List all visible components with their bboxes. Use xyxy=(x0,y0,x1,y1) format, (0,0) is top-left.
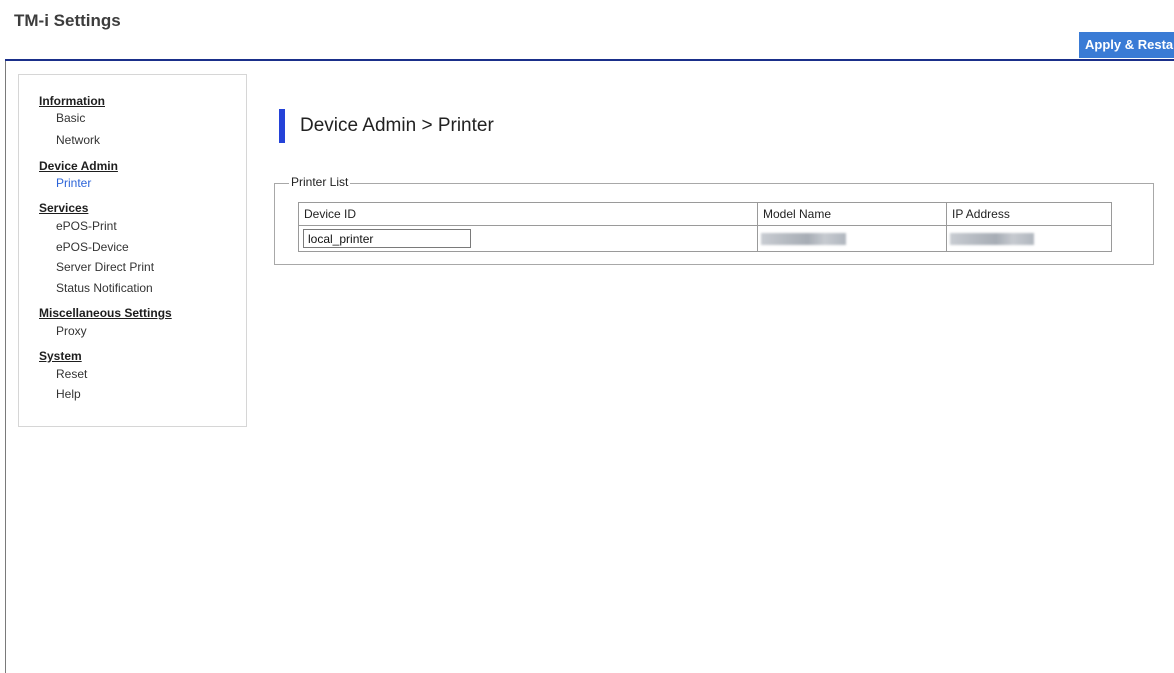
redacted-model-name xyxy=(761,232,846,245)
apply-restart-button[interactable]: Apply & Restart xyxy=(1079,32,1174,58)
app-title: TM-i Settings xyxy=(14,11,121,30)
sidebar-item-proxy[interactable]: Proxy xyxy=(56,324,87,338)
header-divider xyxy=(5,59,1174,61)
sidebar-item-printer[interactable]: Printer xyxy=(56,176,91,190)
sidebar-item-epos-device[interactable]: ePOS-Device xyxy=(56,240,129,254)
sidebar-section-miscellaneous-settings[interactable]: Miscellaneous Settings xyxy=(39,306,172,320)
column-header-device-id: Device ID xyxy=(298,202,758,226)
sidebar-item-epos-print[interactable]: ePOS-Print xyxy=(56,219,117,233)
model-name-cell xyxy=(757,225,947,252)
device-id-input[interactable] xyxy=(303,229,471,248)
sidebar-menu: Information Basic Network Device Admin P… xyxy=(18,74,247,427)
sidebar-item-status-notification[interactable]: Status Notification xyxy=(56,281,153,295)
sidebar-section-device-admin[interactable]: Device Admin xyxy=(39,159,118,173)
sidebar-section-services[interactable]: Services xyxy=(39,201,88,215)
settings-page: TM-i Settings Apply & Restart Informatio… xyxy=(0,0,1174,673)
column-header-ip-address: IP Address xyxy=(946,202,1112,226)
left-border-line xyxy=(5,60,6,673)
column-header-model-name: Model Name xyxy=(757,202,947,226)
table-header-row: Device ID Model Name IP Address xyxy=(298,202,1112,226)
sidebar-section-information[interactable]: Information xyxy=(39,94,105,108)
page-title: Device Admin > Printer xyxy=(300,115,494,136)
title-accent-bar xyxy=(279,109,285,143)
sidebar-section-system[interactable]: System xyxy=(39,349,82,363)
device-id-cell xyxy=(298,225,758,252)
sidebar-item-basic[interactable]: Basic xyxy=(56,111,85,125)
printer-table: Device ID Model Name IP Address xyxy=(298,202,1112,252)
printer-list-legend: Printer List xyxy=(289,175,351,189)
sidebar-item-server-direct-print[interactable]: Server Direct Print xyxy=(56,260,154,274)
sidebar-item-reset[interactable]: Reset xyxy=(56,367,87,381)
sidebar-item-network[interactable]: Network xyxy=(56,133,100,147)
ip-address-cell xyxy=(946,225,1112,252)
redacted-ip-address xyxy=(950,232,1034,245)
table-row xyxy=(298,225,1112,252)
sidebar-item-help[interactable]: Help xyxy=(56,387,81,401)
